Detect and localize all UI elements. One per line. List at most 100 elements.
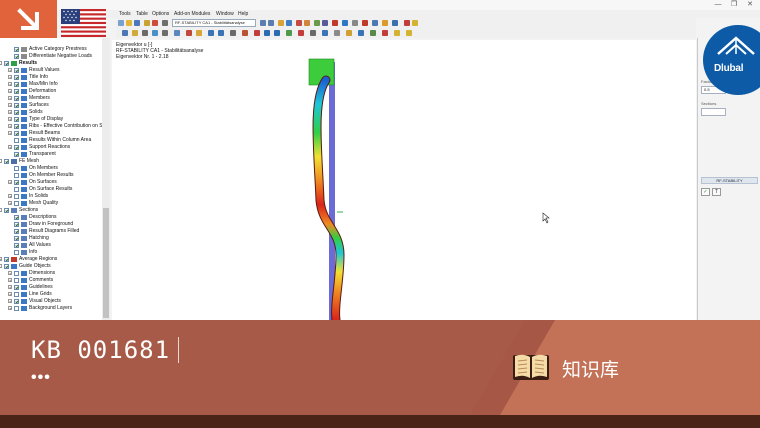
navigator-item[interactable]: + On Surfaces: [0, 179, 102, 186]
line-icon[interactable]: [142, 30, 148, 36]
navigator-item[interactable]: Differentiate Negative Loads: [0, 53, 102, 60]
load-case-selector[interactable]: RF-STABILITY CA1 - Stabilitätsanalyse: [172, 19, 256, 27]
navigator-item[interactable]: + Max/Min Info: [0, 81, 102, 88]
navigator-item[interactable]: + Guidelines: [0, 284, 102, 291]
values-icon[interactable]: [314, 20, 320, 26]
tree-checkbox[interactable]: [14, 299, 19, 304]
navigator-item[interactable]: + Line Grids: [0, 291, 102, 298]
tree-checkbox[interactable]: [4, 159, 9, 164]
window-icon[interactable]: [392, 20, 398, 26]
navigator-item[interactable]: Info: [0, 249, 102, 256]
cut-icon[interactable]: [254, 30, 260, 36]
tree-checkbox[interactable]: [14, 292, 19, 297]
tree-checkbox[interactable]: [14, 47, 19, 52]
minimize-button[interactable]: —: [710, 0, 726, 10]
menu-options[interactable]: Options: [152, 10, 169, 18]
navigator-item[interactable]: Hatching: [0, 235, 102, 242]
navigator-item[interactable]: + Result Values: [0, 67, 102, 74]
tree-expander-icon[interactable]: +: [8, 68, 12, 73]
navigator-item[interactable]: + In Solids: [0, 193, 102, 200]
hinge-icon[interactable]: [186, 30, 192, 36]
navigator-scroll-thumb[interactable]: [103, 208, 109, 318]
calculate-icon[interactable]: [152, 20, 158, 26]
tree-expander-icon[interactable]: +: [8, 180, 12, 185]
tree-checkbox[interactable]: [14, 75, 19, 80]
layers-icon[interactable]: [322, 30, 328, 36]
prev-case-icon[interactable]: [260, 20, 266, 26]
tree-checkbox[interactable]: [14, 222, 19, 227]
sections-tb-icon[interactable]: [322, 20, 328, 26]
new-icon[interactable]: [118, 20, 124, 26]
tree-expander-icon[interactable]: +: [8, 292, 12, 297]
tree-expander-icon[interactable]: +: [8, 145, 12, 150]
navigator-item[interactable]: + Mesh Quality: [0, 200, 102, 207]
tree-expander-icon[interactable]: +: [8, 89, 12, 94]
tree-expander-icon[interactable]: +: [8, 117, 12, 122]
tree-checkbox[interactable]: [14, 306, 19, 311]
navigator-scrollbar[interactable]: [102, 38, 110, 320]
tree-checkbox[interactable]: [14, 82, 19, 87]
tree-checkbox[interactable]: [4, 257, 9, 262]
tree-checkbox[interactable]: [14, 152, 19, 157]
navigator-item[interactable]: + Members: [0, 95, 102, 102]
results-icon[interactable]: [278, 20, 284, 26]
tree-checkbox[interactable]: [14, 54, 19, 59]
tree-expander-icon[interactable]: +: [8, 271, 12, 276]
save-icon[interactable]: [134, 20, 140, 26]
misc2-icon[interactable]: [406, 30, 412, 36]
navigator-item[interactable]: Result Diagrams Filled: [0, 228, 102, 235]
delete-icon[interactable]: [362, 20, 368, 26]
table-icon[interactable]: [334, 30, 340, 36]
tree-checkbox[interactable]: [14, 271, 19, 276]
navigator-item[interactable]: Descriptions: [0, 214, 102, 221]
navigator-item[interactable]: Active Category Prestress: [0, 46, 102, 53]
tree-expander-icon[interactable]: +: [8, 285, 12, 290]
tree-expander-icon[interactable]: +: [8, 96, 12, 101]
tree-checkbox[interactable]: [14, 180, 19, 185]
navigator-item[interactable]: + Support Reactions: [0, 144, 102, 151]
view-icon[interactable]: [342, 20, 348, 26]
navigator-item[interactable]: - Guide Objects: [0, 263, 102, 270]
tree-expander-icon[interactable]: +: [8, 103, 12, 108]
navigator-item[interactable]: Draw in Foreground: [0, 221, 102, 228]
tree-expander-icon[interactable]: +: [8, 278, 12, 283]
menu-tools[interactable]: Tools: [119, 10, 131, 18]
deformation-icon[interactable]: [296, 20, 302, 26]
navigator-item[interactable]: Transparent: [0, 151, 102, 158]
graph-icon[interactable]: [404, 20, 410, 26]
navigator-item[interactable]: + Deformation: [0, 88, 102, 95]
navigator-item[interactable]: + Comments: [0, 277, 102, 284]
navigator-item[interactable]: - Sections: [0, 207, 102, 214]
tree-checkbox[interactable]: [14, 236, 19, 241]
rotate-icon[interactable]: [372, 20, 378, 26]
open-icon[interactable]: [126, 20, 132, 26]
navigator-item[interactable]: + Surfaces: [0, 102, 102, 109]
tree-expander-icon[interactable]: +: [8, 124, 12, 129]
tree-expander-icon[interactable]: +: [8, 299, 12, 304]
tree-checkbox[interactable]: [14, 173, 19, 178]
settings-icon[interactable]: [310, 30, 316, 36]
measure-icon[interactable]: [230, 30, 236, 36]
menu-table[interactable]: Table: [136, 10, 148, 18]
menu-window[interactable]: Window: [216, 10, 234, 18]
support-icon[interactable]: [162, 30, 168, 36]
tree-expander-icon[interactable]: +: [8, 194, 12, 199]
navigator-item[interactable]: + Ribs - Effective Contribution on S: [0, 123, 103, 130]
tree-checkbox[interactable]: [14, 145, 19, 150]
surface-icon[interactable]: [152, 30, 158, 36]
navigator-item[interactable]: On Members: [0, 165, 102, 172]
tree-checkbox[interactable]: [14, 96, 19, 101]
member-icon[interactable]: [122, 30, 128, 36]
navigator-item[interactable]: + Average Regions: [0, 256, 102, 263]
print-icon[interactable]: [144, 20, 150, 26]
cross-icon[interactable]: [298, 30, 304, 36]
tree-expander-icon[interactable]: -: [0, 61, 2, 66]
tree-expander-icon[interactable]: -: [0, 159, 2, 164]
navigator-item[interactable]: All Values: [0, 242, 102, 249]
mirror-icon[interactable]: [274, 30, 280, 36]
menu-add-on-modules[interactable]: Add-on Modules: [174, 10, 210, 18]
tree-checkbox[interactable]: [14, 124, 19, 129]
navigator-item[interactable]: On Surface Results: [0, 186, 102, 193]
module-icon[interactable]: [370, 30, 376, 36]
tree-checkbox[interactable]: [4, 61, 9, 66]
